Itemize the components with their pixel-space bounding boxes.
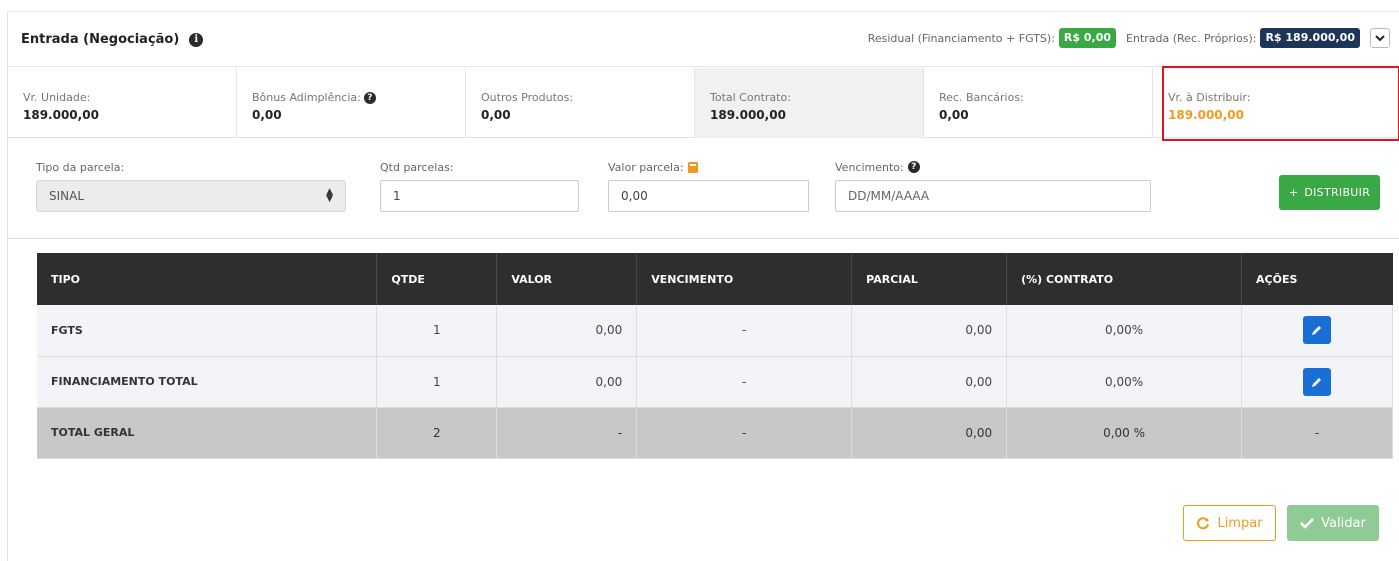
- summary-label: Vr. Unidade:: [23, 91, 91, 104]
- valor-parcela-label: Valor parcela:: [608, 160, 809, 174]
- summary-value: 0,00: [481, 108, 511, 122]
- table-row: FINANCIAMENTO TOTAL 1 0,00 - 0,00 0,00%: [37, 356, 1393, 408]
- summary-label: Outros Produtos:: [481, 91, 574, 104]
- cell-qtde: 1: [376, 305, 498, 357]
- info-icon[interactable]: i: [189, 32, 204, 47]
- summary-vr-unidade: Vr. Unidade: 189.000,00: [8, 68, 237, 138]
- residual-label: Residual (Financiamento + FGTS):: [867, 31, 1055, 45]
- panel-title: Entrada (Negociação) i: [21, 32, 204, 47]
- col-header-vencimento: VENCIMENTO: [636, 253, 853, 305]
- cell-valor: 0,00: [496, 356, 638, 408]
- summary-outros-produtos: Outros Produtos: 0,00: [466, 68, 695, 138]
- tipo-parcela-group: Tipo da parcela: SINAL ▲ ▼: [36, 160, 346, 212]
- plus-icon: +: [1288, 186, 1299, 199]
- edit-button[interactable]: [1303, 316, 1331, 345]
- cell-contrato: 0,00 %: [1006, 407, 1243, 459]
- residual-badge: R$ 0,00: [1058, 28, 1117, 48]
- col-header-tipo: TIPO: [37, 253, 378, 305]
- col-header-parcial: PARCIAL: [851, 253, 1008, 305]
- question-icon[interactable]: ?: [907, 161, 920, 173]
- cell-tipo: FINANCIAMENTO TOTAL: [37, 356, 378, 408]
- summary-value: 189.000,00: [710, 108, 786, 122]
- vencimento-label: Vencimento: ?: [835, 160, 1151, 174]
- valor-parcela-input[interactable]: [608, 180, 809, 212]
- pencil-icon: [1312, 377, 1321, 387]
- parcelas-table: TIPO QTDE VALOR VENCIMENTO PARCIAL (%) C…: [37, 253, 1393, 459]
- limpar-label: Limpar: [1217, 515, 1263, 531]
- entrada-badge: R$ 189.000,00: [1260, 28, 1360, 48]
- question-icon[interactable]: ?: [363, 91, 376, 104]
- summary-total-contrato: Total Contrato: 189.000,00: [695, 68, 924, 138]
- limpar-button[interactable]: Limpar: [1183, 505, 1276, 541]
- check-icon: [1300, 518, 1315, 529]
- entrada-label: Entrada (Rec. Próprios):: [1126, 31, 1257, 45]
- cell-tipo: FGTS: [37, 305, 378, 357]
- table-header-row: TIPO QTDE VALOR VENCIMENTO PARCIAL (%) C…: [37, 253, 1393, 305]
- col-header-contrato: (%) CONTRATO: [1006, 253, 1243, 305]
- cell-valor: -: [496, 407, 638, 459]
- cell-parcial: 0,00: [851, 407, 1008, 459]
- qtd-parcelas-group: Qtd parcelas:: [380, 160, 579, 212]
- qtd-parcelas-input[interactable]: [380, 180, 579, 212]
- select-arrows-icon: ▲ ▼: [326, 187, 333, 204]
- cell-contrato: 0,00%: [1006, 305, 1243, 357]
- cell-qtde: 2: [376, 407, 498, 459]
- table-row: FGTS 1 0,00 - 0,00 0,00%: [37, 305, 1393, 357]
- table-total-row: TOTAL GERAL 2 - - 0,00 0,00 % -: [37, 407, 1393, 459]
- summary-value: 0,00: [252, 108, 282, 122]
- panel-title-text: Entrada (Negociação): [21, 32, 180, 47]
- highlight-box: [1162, 66, 1399, 141]
- tipo-parcela-select[interactable]: SINAL ▲ ▼: [36, 180, 346, 212]
- col-header-qtde: QTDE: [376, 253, 498, 305]
- distribuir-label: DISTRIBUIR: [1304, 186, 1371, 199]
- validar-button[interactable]: Validar: [1287, 505, 1379, 541]
- entrada-panel: Entrada (Negociação) i Residual (Financi…: [7, 11, 1399, 561]
- summary-value: 0,00: [939, 108, 969, 122]
- cell-acoes: [1241, 356, 1393, 408]
- cell-acoes: -: [1241, 407, 1393, 459]
- edit-button[interactable]: [1303, 367, 1331, 396]
- summary-label: Total Contrato:: [710, 91, 791, 104]
- summary-bonus-adimplencia: Bônus Adimplência: ? 0,00: [237, 68, 466, 138]
- cell-parcial: 0,00: [851, 356, 1008, 408]
- collapse-button[interactable]: [1370, 28, 1390, 48]
- chevron-down-icon: [1375, 35, 1385, 42]
- summary-rec-bancarios: Rec. Bancários: 0,00: [924, 68, 1153, 138]
- cell-tipo: TOTAL GERAL: [37, 407, 378, 459]
- pencil-icon: [1312, 326, 1321, 336]
- tipo-parcela-value: SINAL: [49, 189, 85, 203]
- cell-contrato: 0,00%: [1006, 356, 1243, 408]
- tipo-parcela-label: Tipo da parcela:: [36, 160, 125, 174]
- summary-label: Rec. Bancários:: [939, 91, 1024, 104]
- vencimento-input[interactable]: [835, 180, 1151, 212]
- cell-valor: 0,00: [496, 305, 638, 357]
- distribuir-button[interactable]: + DISTRIBUIR: [1279, 175, 1380, 210]
- validar-label: Validar: [1321, 515, 1366, 531]
- cell-parcial: 0,00: [851, 305, 1008, 357]
- calculator-icon[interactable]: [687, 161, 698, 173]
- cell-vencimento: -: [636, 356, 853, 408]
- summary-value: 189.000,00: [23, 108, 99, 122]
- vencimento-group: Vencimento: ?: [835, 160, 1151, 212]
- valor-parcela-group: Valor parcela:: [608, 160, 809, 212]
- valor-parcela-label-text: Valor parcela:: [608, 160, 684, 174]
- parcela-form: Tipo da parcela: SINAL ▲ ▼ Qtd parcelas: …: [8, 152, 1399, 239]
- cell-vencimento: -: [636, 305, 853, 357]
- cell-qtde: 1: [376, 356, 498, 408]
- summary-label-text: Bônus Adimplência:: [252, 91, 361, 104]
- cell-vencimento: -: [636, 407, 853, 459]
- col-header-valor: VALOR: [496, 253, 638, 305]
- qtd-parcelas-label: Qtd parcelas:: [380, 160, 454, 174]
- panel-header: Entrada (Negociação) i Residual (Financi…: [8, 12, 1399, 67]
- summary-label: Bônus Adimplência: ?: [252, 91, 465, 104]
- col-header-acoes: AÇÕES: [1241, 253, 1393, 305]
- cell-acoes: [1241, 305, 1393, 357]
- refresh-icon: [1197, 517, 1210, 530]
- header-totals: Residual (Financiamento + FGTS): R$ 0,00…: [868, 28, 1390, 48]
- vencimento-label-text: Vencimento:: [835, 160, 904, 174]
